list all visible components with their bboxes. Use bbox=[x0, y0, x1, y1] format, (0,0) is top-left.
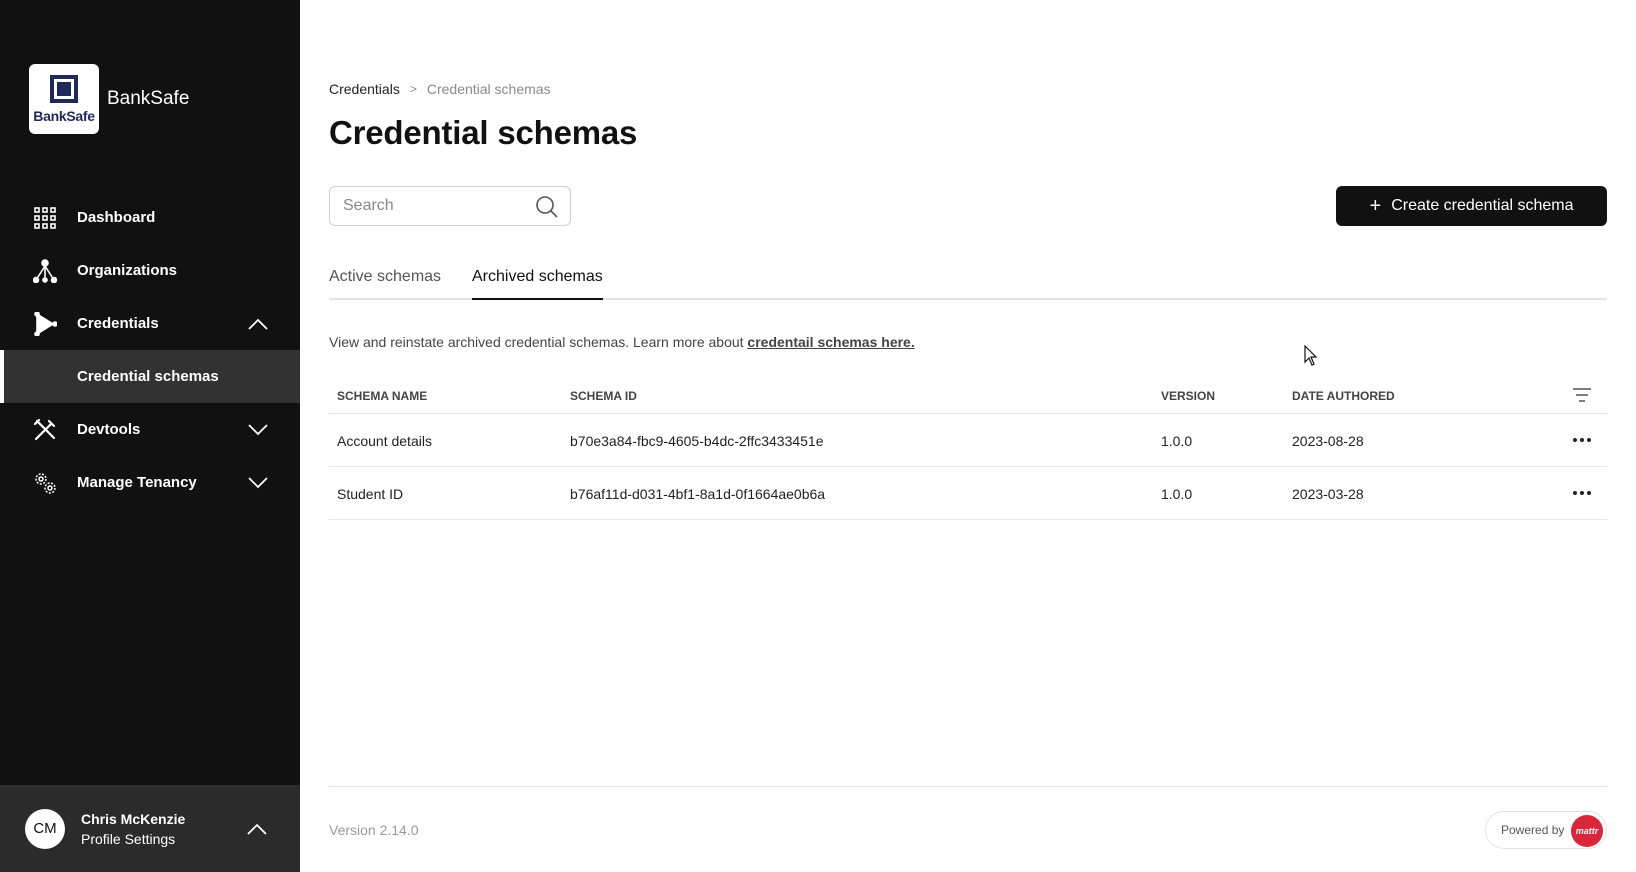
chevron-up-icon[interactable] bbox=[248, 318, 268, 330]
chevron-down-icon[interactable] bbox=[248, 423, 268, 436]
table-row[interactable]: Student ID b76af11d-d031-4bf1-8a1d-0f166… bbox=[329, 467, 1607, 520]
date-authored-cell: 2023-08-28 bbox=[1292, 433, 1364, 449]
credential-icon bbox=[33, 311, 57, 336]
profile-name: Chris McKenzie bbox=[81, 810, 186, 827]
sidebar: BankSafe BankSafe Dashboard Organization… bbox=[0, 0, 300, 872]
profile-text: Chris McKenzie Profile Settings bbox=[81, 811, 185, 847]
avatar: CM bbox=[25, 808, 65, 849]
chevron-down-icon[interactable] bbox=[248, 476, 268, 489]
table-row[interactable]: Account details b70e3a84-fbc9-4605-b4dc-… bbox=[329, 414, 1607, 467]
sidebar-item-dashboard[interactable]: Dashboard bbox=[0, 191, 300, 244]
sidebar-item-devtools[interactable]: Devtools bbox=[0, 403, 300, 456]
column-header-schema-id[interactable]: SCHEMA ID bbox=[570, 389, 637, 403]
breadcrumb: Credentials > Credential schemas bbox=[329, 81, 551, 97]
archived-info-text: View and reinstate archived credential s… bbox=[329, 334, 915, 350]
column-header-schema-name[interactable]: SCHEMA NAME bbox=[337, 389, 427, 403]
mattr-logo-icon: mattr bbox=[1571, 815, 1603, 847]
mouse-cursor-icon bbox=[1304, 345, 1318, 366]
sidebar-item-label: Organizations bbox=[77, 262, 178, 279]
schemas-table: SCHEMA NAME SCHEMA ID VERSION DATE AUTHO… bbox=[329, 377, 1607, 520]
learn-more-link[interactable]: credentail schemas here. bbox=[747, 334, 914, 350]
breadcrumb-credentials-link[interactable]: Credentials bbox=[329, 81, 400, 97]
network-icon bbox=[33, 258, 57, 283]
create-credential-schema-button[interactable]: + Create credential schema bbox=[1336, 186, 1607, 226]
tab-active-schemas[interactable]: Active schemas bbox=[329, 262, 441, 300]
chevron-up-icon[interactable] bbox=[247, 823, 267, 835]
schema-id-cell: b76af11d-d031-4bf1-8a1d-0f1664ae0b6a bbox=[570, 486, 826, 502]
sidebar-item-label: Credential schemas bbox=[77, 368, 219, 385]
brand-name: BankSafe bbox=[107, 88, 190, 109]
create-button-label: Create credential schema bbox=[1391, 197, 1574, 214]
sidebar-item-organizations[interactable]: Organizations bbox=[0, 244, 300, 297]
sidebar-nav: Dashboard Organizations Credentials Cred… bbox=[0, 191, 300, 509]
sidebar-item-manage-tenancy[interactable]: Manage Tenancy bbox=[0, 456, 300, 509]
breadcrumb-separator: > bbox=[409, 82, 417, 96]
powered-by-badge[interactable]: Powered by mattr bbox=[1485, 811, 1607, 849]
more-options-icon[interactable] bbox=[1572, 432, 1592, 448]
tab-bar: Active schemas Archived schemas bbox=[329, 262, 1607, 300]
sidebar-item-label: Dashboard bbox=[77, 209, 156, 226]
sidebar-item-label: Devtools bbox=[77, 421, 141, 438]
app-version: Version 2.14.0 bbox=[329, 822, 419, 838]
powered-by-text: Powered by bbox=[1501, 823, 1565, 837]
schema-name-cell: Account details bbox=[337, 433, 432, 449]
profile-menu[interactable]: CM Chris McKenzie Profile Settings bbox=[0, 785, 300, 872]
page-title: Credential schemas bbox=[329, 114, 638, 151]
footer-divider bbox=[329, 786, 1607, 787]
breadcrumb-current: Credential schemas bbox=[426, 81, 551, 97]
brand[interactable]: BankSafe BankSafe bbox=[29, 64, 189, 134]
logo-mark-icon bbox=[50, 74, 78, 103]
plus-icon: + bbox=[1369, 195, 1382, 217]
tools-icon bbox=[33, 418, 57, 442]
profile-settings-link[interactable]: Profile Settings bbox=[81, 831, 185, 847]
info-text: View and reinstate archived credential s… bbox=[329, 334, 748, 350]
more-options-icon[interactable] bbox=[1572, 485, 1592, 501]
table-header: SCHEMA NAME SCHEMA ID VERSION DATE AUTHO… bbox=[329, 377, 1607, 414]
version-cell: 1.0.0 bbox=[1161, 433, 1193, 449]
main-content: Credentials > Credential schemas Credent… bbox=[329, 0, 1607, 872]
tab-archived-schemas[interactable]: Archived schemas bbox=[472, 262, 603, 300]
gears-icon bbox=[33, 471, 57, 495]
sidebar-item-credential-schemas[interactable]: Credential schemas bbox=[0, 350, 300, 403]
search-box[interactable] bbox=[329, 186, 571, 226]
sidebar-item-credentials[interactable]: Credentials bbox=[0, 297, 300, 350]
sidebar-item-label: Manage Tenancy bbox=[77, 474, 197, 491]
filter-icon[interactable] bbox=[1572, 387, 1592, 403]
brand-logo: BankSafe bbox=[29, 64, 99, 134]
grid-icon bbox=[33, 206, 57, 230]
search-input[interactable] bbox=[343, 197, 528, 215]
schema-name-cell: Student ID bbox=[337, 486, 404, 502]
version-cell: 1.0.0 bbox=[1161, 486, 1193, 502]
column-header-version[interactable]: VERSION bbox=[1161, 389, 1215, 403]
search-icon[interactable] bbox=[535, 195, 559, 219]
sidebar-item-label: Credentials bbox=[77, 315, 159, 332]
schema-id-cell: b70e3a84-fbc9-4605-b4dc-2ffc3433451e bbox=[570, 433, 824, 449]
logo-text: BankSafe bbox=[33, 107, 95, 124]
date-authored-cell: 2023-03-28 bbox=[1292, 486, 1364, 502]
column-header-date-authored[interactable]: DATE AUTHORED bbox=[1292, 389, 1395, 403]
